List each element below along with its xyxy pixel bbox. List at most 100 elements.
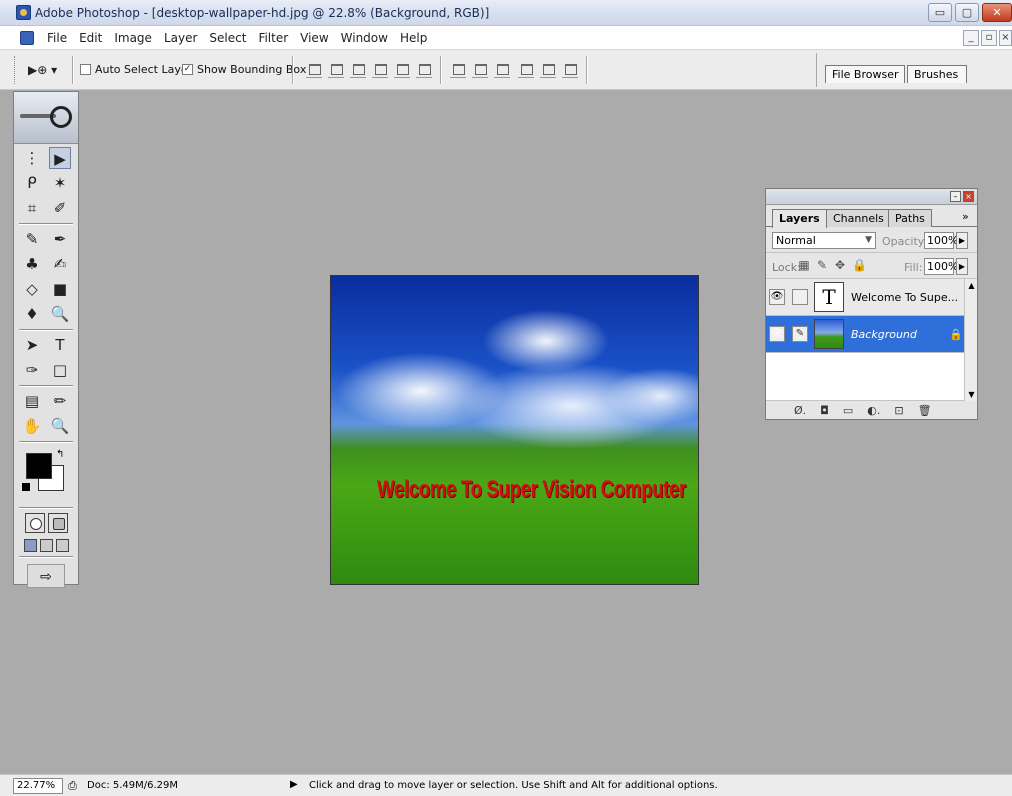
palette-title-bar[interactable]: – × bbox=[766, 189, 977, 205]
layer-row-background[interactable]: 👁 ✎ Background 🔒 bbox=[766, 316, 964, 353]
menu-filter[interactable]: Filter bbox=[253, 31, 295, 45]
align-right-edges-icon[interactable] bbox=[416, 60, 432, 78]
quick-mask-mode-button[interactable] bbox=[47, 513, 68, 533]
layer-link-box[interactable] bbox=[792, 289, 808, 305]
clone-stamp-tool-icon[interactable]: ♣ bbox=[21, 253, 43, 275]
full-screen-menu-mode-button[interactable] bbox=[39, 539, 53, 552]
opacity-field[interactable]: 100% bbox=[924, 232, 958, 249]
marquee-tool-icon[interactable]: ⋮ bbox=[21, 147, 43, 169]
document-info-icon[interactable]: ⎙ bbox=[68, 779, 77, 793]
toolbox-header-logo[interactable] bbox=[14, 92, 78, 144]
pen-tool-icon[interactable]: ✑ bbox=[21, 359, 43, 381]
default-colors-icon[interactable] bbox=[22, 483, 30, 491]
align-left-edges-icon[interactable] bbox=[372, 60, 388, 78]
layer-style-icon[interactable]: Ø. bbox=[794, 404, 806, 417]
zoom-tool-icon[interactable]: 🔍 bbox=[49, 415, 71, 437]
document-restore-button[interactable]: ▫ bbox=[981, 30, 997, 46]
adjustment-layer-icon[interactable]: ◐. bbox=[867, 404, 880, 417]
hand-tool-icon[interactable]: ✋ bbox=[21, 415, 43, 437]
menu-image[interactable]: Image bbox=[109, 31, 159, 45]
close-button[interactable]: ✕ bbox=[982, 3, 1012, 22]
distribute-left-icon[interactable] bbox=[518, 60, 534, 78]
menu-help[interactable]: Help bbox=[395, 31, 434, 45]
paintbrush-icon[interactable]: ✎ bbox=[792, 326, 808, 342]
auto-select-layer-box[interactable] bbox=[80, 64, 91, 75]
status-menu-arrow-icon[interactable]: ▶ bbox=[290, 779, 298, 790]
jump-to-imageready-button[interactable]: ⇨ bbox=[27, 564, 65, 588]
maximize-button[interactable]: ▢ bbox=[955, 3, 979, 22]
document-minimize-button[interactable]: _ bbox=[963, 30, 979, 46]
tab-paths[interactable]: Paths bbox=[888, 209, 932, 227]
lock-position-icon[interactable]: ✥ bbox=[834, 259, 846, 271]
document-canvas[interactable]: Welcome To Super Vision Computer bbox=[330, 275, 699, 585]
layer-mask-icon[interactable]: ◘ bbox=[820, 404, 829, 417]
standard-screen-mode-button[interactable] bbox=[23, 539, 37, 552]
scroll-up-icon[interactable]: ▲ bbox=[965, 281, 978, 290]
palette-menu-button[interactable]: » bbox=[962, 210, 969, 223]
distribute-top-icon[interactable] bbox=[450, 60, 466, 78]
dodge-tool-icon[interactable]: 🔍 bbox=[49, 303, 71, 325]
align-top-edges-icon[interactable] bbox=[306, 60, 322, 78]
show-bounding-box-box[interactable]: ✓ bbox=[182, 64, 193, 75]
menu-view[interactable]: View bbox=[295, 31, 335, 45]
welcome-text-layer[interactable]: Welcome To Super Vision Computer bbox=[377, 476, 686, 504]
brushes-tab[interactable]: Brushes bbox=[907, 65, 967, 83]
scroll-down-icon[interactable]: ▼ bbox=[965, 390, 978, 399]
align-vertical-centers-icon[interactable] bbox=[328, 60, 344, 78]
full-screen-mode-button[interactable] bbox=[55, 539, 69, 552]
layer-row-text[interactable]: 👁 T Welcome To Supe... bbox=[766, 279, 964, 316]
menu-select[interactable]: Select bbox=[204, 31, 253, 45]
layer-list-scrollbar[interactable]: ▲ ▼ bbox=[964, 279, 977, 401]
document-close-button[interactable]: × bbox=[999, 30, 1012, 46]
show-bounding-box-checkbox[interactable]: ✓ Show Bounding Box bbox=[182, 63, 306, 76]
palette-close-button[interactable]: × bbox=[963, 191, 974, 202]
distribute-bottom-icon[interactable] bbox=[494, 60, 510, 78]
path-selection-tool-icon[interactable]: ➤ bbox=[21, 334, 43, 356]
menu-file[interactable]: File bbox=[42, 31, 74, 45]
delete-layer-icon[interactable]: 🗑 bbox=[918, 404, 932, 417]
fill-slider-arrow[interactable]: ▶ bbox=[956, 258, 968, 275]
lock-all-icon[interactable]: 🔒 bbox=[852, 259, 867, 271]
menu-window[interactable]: Window bbox=[336, 31, 395, 45]
align-bottom-edges-icon[interactable] bbox=[350, 60, 366, 78]
opacity-slider-arrow[interactable]: ▶ bbox=[956, 232, 968, 249]
distribute-center-icon[interactable] bbox=[472, 60, 488, 78]
document-icon[interactable] bbox=[20, 31, 34, 45]
auto-select-layer-checkbox[interactable]: Auto Select Layer bbox=[80, 63, 192, 76]
blur-tool-icon[interactable]: ♦ bbox=[21, 303, 43, 325]
options-bar-grip[interactable] bbox=[14, 56, 18, 84]
move-tool-icon[interactable]: ▶ bbox=[49, 147, 71, 169]
eraser-tool-icon[interactable]: ◇ bbox=[21, 278, 43, 300]
minimize-button[interactable]: ▭ bbox=[928, 3, 952, 22]
menu-edit[interactable]: Edit bbox=[74, 31, 109, 45]
lock-transparency-icon[interactable]: ▦ bbox=[798, 259, 810, 271]
visibility-eye-icon[interactable]: 👁 bbox=[769, 326, 785, 342]
crop-tool-icon[interactable]: ⌗ bbox=[21, 197, 43, 219]
gradient-tool-icon[interactable]: ■ bbox=[49, 278, 71, 300]
slice-tool-icon[interactable]: ✐ bbox=[49, 197, 71, 219]
tab-layers[interactable]: Layers bbox=[772, 209, 827, 228]
notes-tool-icon[interactable]: ▤ bbox=[21, 390, 43, 412]
tab-channels[interactable]: Channels bbox=[826, 209, 891, 227]
tool-preset-picker[interactable]: ▶⊕ ▾ bbox=[28, 60, 72, 80]
healing-brush-tool-icon[interactable]: ✎ bbox=[21, 228, 43, 250]
standard-mode-button[interactable] bbox=[24, 513, 45, 533]
distribute-hcenter-icon[interactable] bbox=[540, 60, 556, 78]
new-layer-set-icon[interactable]: ▭ bbox=[843, 404, 853, 417]
swap-colors-icon[interactable]: ↰ bbox=[56, 449, 64, 460]
zoom-level-field[interactable]: 22.77% bbox=[13, 778, 63, 794]
menu-layer[interactable]: Layer bbox=[159, 31, 204, 45]
brush-tool-icon[interactable]: ✒ bbox=[49, 228, 71, 250]
rectangle-tool-icon[interactable]: □ bbox=[49, 359, 71, 381]
file-browser-tab[interactable]: File Browser bbox=[825, 65, 905, 83]
eyedropper-tool-icon[interactable]: ✏ bbox=[49, 390, 71, 412]
align-horizontal-centers-icon[interactable] bbox=[394, 60, 410, 78]
fill-field[interactable]: 100% bbox=[924, 258, 958, 275]
distribute-right-icon[interactable] bbox=[562, 60, 578, 78]
new-layer-icon[interactable]: ⊡ bbox=[894, 404, 903, 417]
history-brush-tool-icon[interactable]: ✍ bbox=[49, 253, 71, 275]
magic-wand-tool-icon[interactable]: ✶ bbox=[49, 172, 71, 194]
type-tool-icon[interactable]: T bbox=[49, 334, 71, 356]
visibility-eye-icon[interactable]: 👁 bbox=[769, 289, 785, 305]
lock-image-icon[interactable]: ✎ bbox=[816, 259, 828, 271]
